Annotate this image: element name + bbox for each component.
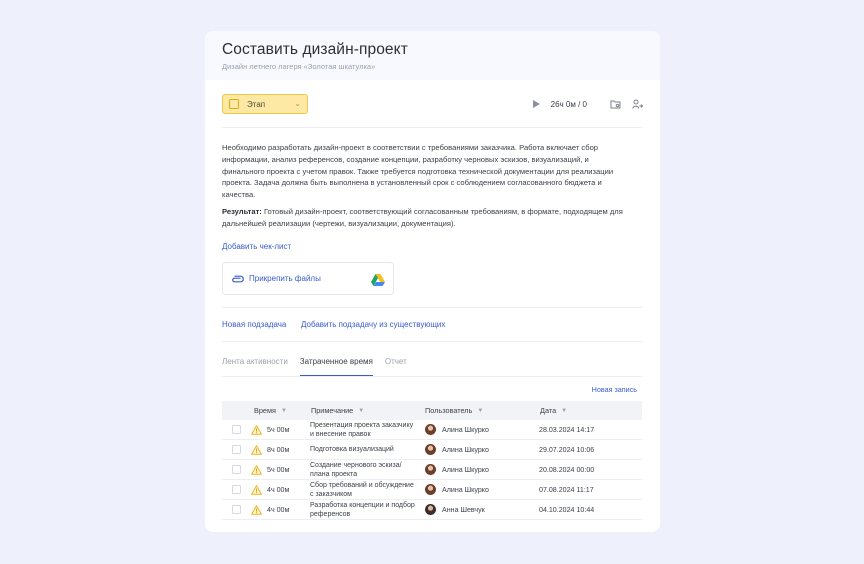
- row-time: 5ч 00м: [267, 425, 290, 434]
- table-row[interactable]: 8ч 00м Подготовка визуализаций Алина Шку…: [222, 440, 642, 460]
- chevron-down-icon: ▼: [477, 407, 484, 414]
- row-user: Алина Шкурко: [442, 425, 489, 434]
- tab-activity-feed[interactable]: Лента активности: [222, 355, 288, 376]
- chevron-down-icon: ▼: [280, 407, 287, 414]
- tabs: Лента активности Затраченное время Отчет: [222, 355, 419, 376]
- row-user: Алина Шкурко: [442, 445, 489, 454]
- row-date: 29.07.2024 10:06: [539, 445, 595, 454]
- avatar: [425, 484, 436, 495]
- new-record-link[interactable]: Новая запись: [592, 385, 637, 394]
- attach-files-label: Прикрепить файлы: [249, 274, 321, 283]
- play-icon[interactable]: [532, 100, 540, 108]
- row-note: Разработка концепции и подбор референсов: [310, 501, 415, 518]
- row-checkbox[interactable]: [232, 425, 241, 434]
- warning-icon: [251, 424, 262, 435]
- task-header: Составить дизайн-проект Дизайн летнего л…: [205, 31, 660, 80]
- row-date: 04.10.2024 10:44: [539, 505, 595, 514]
- paperclip-icon: [231, 270, 244, 288]
- stage-checkbox-icon: [229, 99, 239, 109]
- row-checkbox[interactable]: [232, 485, 241, 494]
- toolbar-actions: 26ч 0м / 0: [532, 94, 643, 114]
- assign-user-icon[interactable]: [631, 98, 643, 110]
- row-checkbox[interactable]: [232, 465, 241, 474]
- column-date-label: Дата: [540, 406, 557, 415]
- time-entries-table: Время ▼ Примечание ▼ Пользователь ▼ Дата ▼ 5…: [222, 401, 642, 520]
- row-checkbox[interactable]: [232, 445, 241, 454]
- row-date: 20.08.2024 00:00: [539, 465, 595, 474]
- google-drive-icon[interactable]: [371, 273, 385, 291]
- warning-icon: [251, 444, 262, 455]
- stage-label: Этап: [247, 99, 266, 109]
- row-note: Сбор требований и обсуждение с заказчико…: [310, 481, 414, 498]
- table-header: Время ▼ Примечание ▼ Пользователь ▼ Дата ▼: [222, 401, 642, 420]
- chevron-down-icon: ▼: [561, 407, 568, 414]
- row-date: 07.08.2024 11:17: [539, 485, 594, 494]
- task-result: Результат: Готовый дизайн-проект, соотве…: [222, 206, 632, 230]
- table-body: 5ч 00м Презентация проекта заказчику и в…: [222, 420, 642, 520]
- divider: [222, 376, 643, 377]
- column-note-label: Примечание: [311, 406, 354, 415]
- task-toolbar: Этап ⌄ 26ч 0м / 0: [222, 94, 643, 114]
- row-time: 4ч 00м: [267, 505, 290, 514]
- table-row[interactable]: 5ч 00м Создание чернового эскиза/плана п…: [222, 460, 642, 480]
- row-date: 28.03.2024 14:17: [539, 425, 595, 434]
- row-checkbox[interactable]: [232, 505, 241, 514]
- table-row[interactable]: 4ч 00м Сбор требований и обсуждение с за…: [222, 480, 642, 500]
- attach-files-button[interactable]: Прикрепить файлы: [222, 262, 394, 295]
- table-row[interactable]: 4ч 00м Разработка концепции и подбор реф…: [222, 500, 642, 520]
- row-note: Подготовка визуализаций: [310, 446, 394, 453]
- row-time: 5ч 00м: [267, 465, 290, 474]
- result-text: Готовый дизайн-проект, соответствующий с…: [222, 207, 623, 228]
- chevron-down-icon: ▼: [358, 407, 365, 414]
- avatar: [425, 464, 436, 475]
- page-title: Составить дизайн-проект: [222, 41, 408, 58]
- project-subtitle: Дизайн летнего лагеря «Золотая шкатулка»: [222, 62, 376, 71]
- warning-icon: [251, 504, 262, 515]
- column-user-label: Пользователь: [425, 406, 473, 415]
- column-time-label: Время: [254, 406, 276, 415]
- row-note: Презентация проекта заказчику и внесение…: [310, 421, 414, 438]
- folder-settings-icon[interactable]: [609, 98, 621, 110]
- result-label: Результат:: [222, 207, 262, 216]
- table-row[interactable]: 5ч 00м Презентация проекта заказчику и в…: [222, 420, 642, 440]
- column-date[interactable]: Дата ▼: [540, 401, 567, 420]
- row-time: 4ч 00м: [267, 485, 290, 494]
- divider: [222, 341, 643, 342]
- row-user: Анна Шевчук: [442, 505, 485, 514]
- new-subtask-link[interactable]: Новая подзадача: [222, 320, 286, 329]
- task-card: Составить дизайн-проект Дизайн летнего л…: [205, 31, 660, 532]
- column-time[interactable]: Время ▼: [254, 401, 287, 420]
- column-user[interactable]: Пользователь ▼: [425, 401, 483, 420]
- warning-icon: [251, 464, 262, 475]
- avatar: [425, 444, 436, 455]
- avatar: [425, 424, 436, 435]
- tab-time-spent[interactable]: Затраченное время: [299, 355, 373, 376]
- chevron-down-icon: ⌄: [294, 99, 301, 108]
- row-user: Алина Шкурко: [442, 485, 489, 494]
- row-note: Создание чернового эскиза/плана проекта: [310, 461, 402, 478]
- row-user: Алина Шкурко: [442, 465, 489, 474]
- add-existing-subtask-link[interactable]: Добавить подзадачу из существующих: [301, 320, 445, 329]
- stage-select[interactable]: Этап ⌄: [222, 94, 308, 114]
- column-note[interactable]: Примечание ▼: [311, 401, 364, 420]
- task-description: Необходимо разработать дизайн-проект в с…: [222, 143, 614, 200]
- add-checklist-link[interactable]: Добавить чек-лист: [222, 242, 291, 251]
- divider: [222, 307, 643, 308]
- timer-text: 26ч 0м / 0: [550, 99, 587, 109]
- row-time: 8ч 00м: [267, 445, 290, 454]
- tab-report[interactable]: Отчет: [385, 355, 407, 376]
- divider: [222, 127, 643, 128]
- avatar: [425, 504, 436, 515]
- warning-icon: [251, 484, 262, 495]
